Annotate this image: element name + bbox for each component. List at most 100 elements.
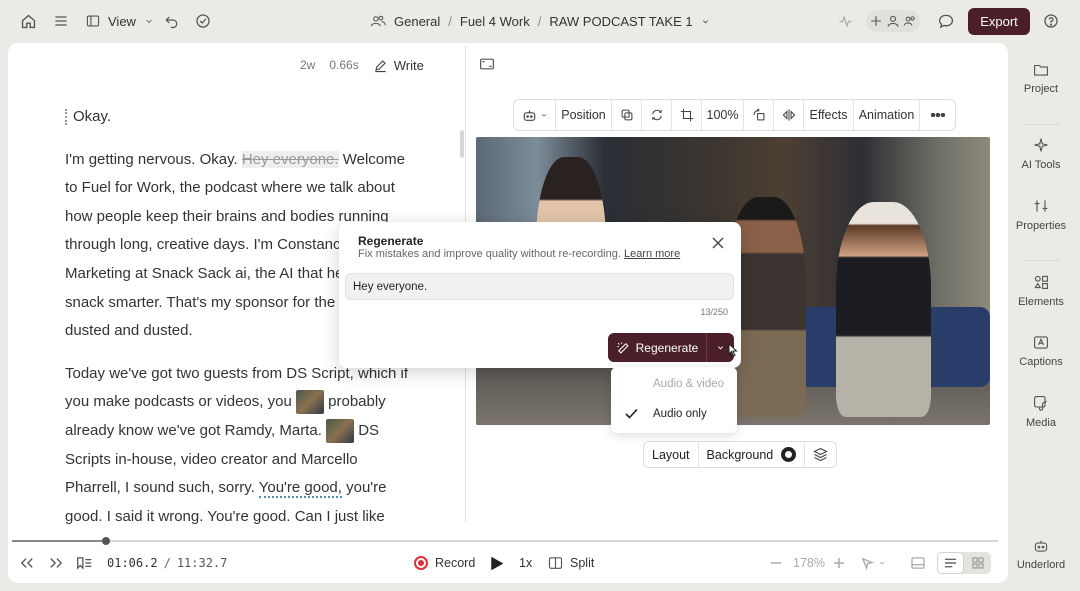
grid-view-icon[interactable] — [964, 557, 991, 569]
animation-button[interactable]: Animation — [854, 100, 920, 130]
current-time: 01:06.2 — [107, 556, 158, 570]
record-button[interactable]: Record — [414, 548, 475, 578]
activity-icon[interactable] — [838, 0, 853, 42]
robot-icon — [523, 110, 535, 121]
transcript-paragraph[interactable]: Okay. — [65, 103, 415, 132]
char-count: 13/250 — [700, 307, 728, 317]
crop-icon[interactable] — [672, 100, 702, 130]
zoom-level[interactable]: 100% — [702, 100, 744, 130]
sidebar-label: Elements — [1018, 296, 1064, 308]
sidebar-label: Media — [1026, 417, 1056, 429]
magic-bandage-icon — [617, 341, 629, 354]
zoom-out-icon[interactable] — [770, 548, 782, 578]
script-header: 2w 0.66s Write — [300, 52, 424, 78]
bookmark-list-icon[interactable] — [76, 548, 93, 578]
home-icon[interactable] — [20, 0, 37, 42]
layout-toggle-icon[interactable] — [911, 548, 925, 578]
media-thumbnail[interactable] — [326, 418, 355, 443]
sidebar-item-elements[interactable]: Elements — [1010, 274, 1072, 308]
menu-icon[interactable] — [53, 0, 69, 42]
sidebar-label: Underlord — [1016, 559, 1066, 571]
fullscreen-icon[interactable] — [479, 57, 495, 71]
layers-stack-icon[interactable] — [805, 442, 836, 467]
regenerate-button[interactable]: Regenerate — [608, 333, 707, 362]
script-view-icon[interactable] — [937, 552, 964, 574]
dialog-title: Regenerate — [358, 234, 424, 248]
timeline-progress — [12, 540, 106, 542]
regenerate-text-input[interactable]: Hey everyone. — [345, 273, 734, 300]
breadcrumb-item-general[interactable]: General — [394, 14, 440, 29]
checkmark-icon — [625, 408, 638, 419]
breadcrumb-item-project[interactable]: RAW PODCAST TAKE 1 — [549, 14, 692, 29]
sidebar-item-media[interactable]: Media — [1010, 395, 1072, 429]
menu-item-audio-video[interactable]: Audio & video — [653, 378, 724, 390]
captions-icon — [1034, 336, 1048, 349]
skip-back-icon[interactable] — [20, 548, 34, 578]
close-icon[interactable] — [711, 236, 725, 250]
skip-forward-icon[interactable] — [49, 548, 63, 578]
scrollbar[interactable] — [460, 130, 464, 158]
help-icon[interactable] — [1043, 0, 1059, 42]
sidebar-item-captions[interactable]: Captions — [1010, 335, 1072, 368]
sidebar-item-project[interactable]: Project — [1010, 62, 1072, 95]
undo-icon[interactable] — [164, 0, 179, 42]
background-label: Background — [706, 447, 774, 462]
more-icon[interactable] — [920, 100, 955, 130]
breadcrumb-item-folder[interactable]: Fuel 4 Work — [460, 14, 530, 29]
playback-speed[interactable]: 1x — [519, 548, 532, 578]
menu-item-audio-only[interactable]: Audio only — [653, 408, 707, 420]
zoom-in-icon[interactable] — [833, 548, 845, 578]
team-icon — [903, 16, 915, 26]
suggestion-text[interactable]: You're good, — [258, 479, 342, 499]
transcript-paragraph[interactable]: Today we've got two guests from DS Scrip… — [65, 360, 415, 525]
split-button[interactable]: Split — [548, 548, 594, 578]
flip-icon[interactable] — [774, 100, 804, 130]
background-button[interactable]: Background — [699, 442, 806, 467]
view-menu[interactable]: View — [86, 0, 154, 42]
layout-icon — [86, 15, 100, 27]
write-label: Write — [393, 57, 424, 73]
mouse-cursor-icon — [728, 343, 738, 357]
rotate-icon[interactable] — [744, 100, 774, 130]
sidebar-divider — [1022, 260, 1060, 261]
transcript-text[interactable]: I'm getting nervous. Okay. — [65, 151, 238, 168]
regenerate-button-group: Regenerate — [608, 333, 734, 362]
total-time: 11:32.7 — [176, 556, 228, 570]
sidebar-item-underlord[interactable]: Underlord — [1010, 538, 1072, 571]
comment-icon[interactable] — [938, 0, 954, 42]
split-label: Split — [570, 556, 595, 570]
replace-icon[interactable] — [642, 100, 672, 130]
share-collaborators-button[interactable] — [866, 10, 920, 32]
export-button[interactable]: Export — [968, 8, 1030, 35]
split-icon — [548, 557, 563, 569]
timeline-scrubber[interactable] — [12, 537, 998, 545]
record-label: Record — [435, 556, 476, 570]
play-icon[interactable] — [491, 548, 503, 578]
sidebar-divider — [1022, 124, 1060, 125]
dialog-subtitle: Fix mistakes and improve quality without… — [358, 248, 680, 260]
breadcrumb-separator: / — [448, 13, 452, 29]
sidebar-item-ai-tools[interactable]: AI Tools — [1010, 137, 1072, 171]
position-button[interactable]: Position — [556, 100, 612, 130]
write-button[interactable]: Write — [373, 58, 424, 73]
canvas-controls: Layout Background — [643, 441, 838, 468]
sidebar-item-properties[interactable]: Properties — [1010, 198, 1072, 232]
media-thumbnail[interactable] — [295, 390, 324, 415]
chevron-down-icon — [146, 19, 152, 24]
pointer-tool-icon[interactable] — [861, 548, 886, 578]
layers-icon[interactable] — [612, 100, 642, 130]
deleted-text[interactable]: Hey everyone. — [241, 150, 339, 168]
chevron-down-icon[interactable] — [701, 17, 710, 26]
canvas-toolbar: Position 100% Effects Animation — [513, 99, 956, 131]
media-icon — [1034, 396, 1047, 411]
sparkle-icon — [1034, 138, 1048, 152]
avatar-icon — [887, 15, 899, 27]
ai-actions-button[interactable] — [514, 100, 556, 130]
learn-more-link[interactable]: Learn more — [624, 248, 680, 260]
playhead-handle[interactable] — [101, 537, 110, 545]
time-separator: / — [163, 556, 171, 570]
layout-button[interactable]: Layout — [644, 442, 699, 467]
transcript-text[interactable]: Okay. — [73, 108, 111, 125]
check-circle-icon[interactable] — [195, 0, 211, 42]
effects-button[interactable]: Effects — [804, 100, 854, 130]
